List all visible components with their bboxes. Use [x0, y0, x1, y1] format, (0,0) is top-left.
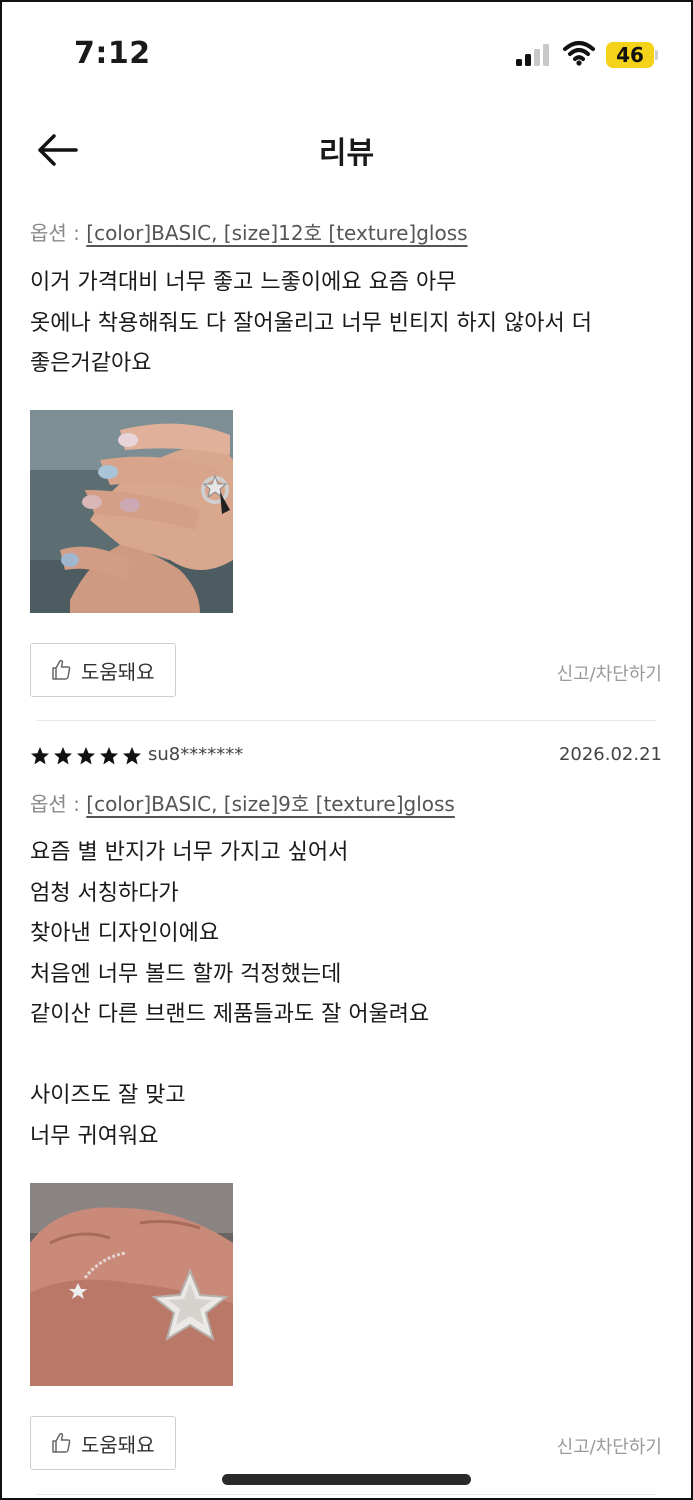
reviewer-name: su8*******	[148, 744, 244, 765]
helpful-label: 도움돼요	[81, 1432, 155, 1457]
star-icon	[100, 747, 118, 765]
page-title: 리뷰	[318, 136, 375, 171]
option-label: 옵션 :	[30, 221, 80, 245]
thumbs-up-icon	[52, 1432, 71, 1453]
report-block-link[interactable]: 신고/차단하기	[557, 1433, 662, 1459]
review-divider	[36, 1494, 656, 1495]
battery-indicator: 46	[606, 42, 654, 68]
review-date: 2026.02.21	[558, 744, 662, 765]
review-option: 옵션 : [color]BASIC, [size]12호 [texture]gl…	[30, 217, 468, 246]
star-icon	[54, 747, 72, 765]
option-value: [color]BASIC, [size]12호 [texture]gloss	[86, 221, 468, 245]
helpful-label: 도움돼요	[81, 659, 155, 684]
review-photo[interactable]	[30, 1183, 233, 1386]
wifi-icon	[563, 41, 595, 66]
home-indicator[interactable]	[222, 1474, 471, 1485]
review-photo[interactable]	[30, 410, 233, 613]
nav-header: 리뷰	[0, 110, 693, 190]
hand-with-star-ring-photo	[30, 410, 233, 613]
thumbs-up-icon	[52, 659, 71, 680]
star-icon	[123, 747, 141, 765]
report-block-link[interactable]: 신고/차단하기	[557, 660, 662, 686]
star-icon	[31, 747, 49, 765]
hand-with-star-ring-photo	[30, 1183, 233, 1386]
status-time: 7:12	[74, 36, 151, 71]
helpful-button[interactable]: 도움돼요	[30, 643, 176, 697]
option-value: [color]BASIC, [size]9호 [texture]gloss	[86, 792, 455, 816]
star-icon	[77, 747, 95, 765]
review-option: 옵션 : [color]BASIC, [size]9호 [texture]glo…	[30, 788, 455, 817]
cellular-signal-icon	[516, 44, 549, 66]
review-divider	[36, 720, 656, 721]
status-bar: 7:12 46	[0, 0, 693, 110]
option-label: 옵션 :	[30, 792, 80, 816]
review-text: 요즘 별 반지가 너무 가지고 싶어서 엄청 서칭하다가 찾아낸 디자인이에요 …	[30, 840, 430, 1149]
review-text: 이거 가격대비 너무 좋고 느좋이에요 요즘 아무 옷에나 착용해줘도 다 잘어…	[30, 270, 592, 376]
helpful-button[interactable]: 도움돼요	[30, 1416, 176, 1470]
star-rating	[30, 746, 142, 766]
battery-nub	[655, 50, 658, 60]
